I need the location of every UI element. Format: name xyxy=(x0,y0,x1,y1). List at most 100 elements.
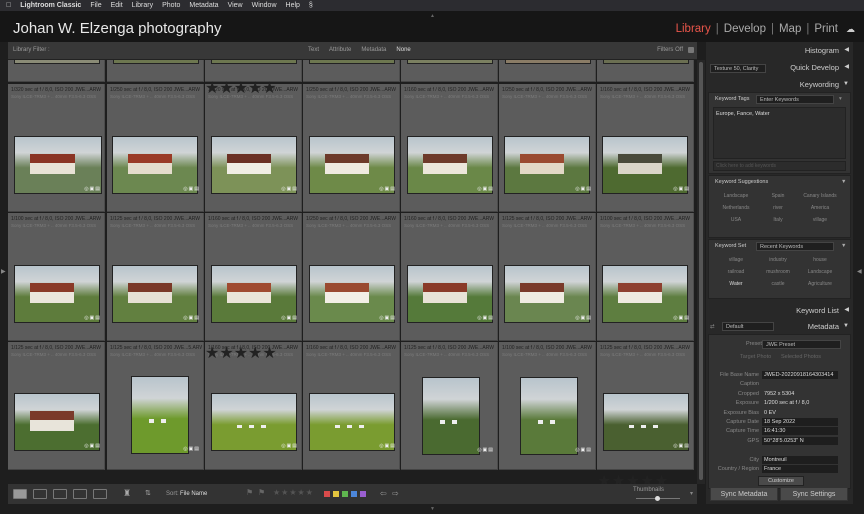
thumbnail-badge-icons[interactable]: ◎▣▤ xyxy=(183,186,200,192)
thumbnail-badge-icons[interactable]: ◎▣▤ xyxy=(84,315,101,321)
thumbnail-badge-icons[interactable]: ◎▣▤ xyxy=(575,186,592,192)
color-label-blue[interactable] xyxy=(351,491,357,497)
customize-button[interactable]: Customize xyxy=(758,476,804,486)
grid-cell[interactable]: 1/125 sec at f / 8,0, ISO 200 JWE...5.AR… xyxy=(107,342,204,470)
sort-direction-icon[interactable]: ⇅ xyxy=(145,489,151,497)
flag-pick-icon[interactable]: ⚑ xyxy=(246,488,253,497)
filters-off-toggle[interactable]: Filters Off xyxy=(657,47,683,53)
metadata-value[interactable]: 50°28'5.0253" N xyxy=(762,436,838,445)
grid-cell[interactable]: 1/160 sec at f / 8,0, ISO 200 JWE...ARW S… xyxy=(401,84,498,212)
photo-thumbnail[interactable] xyxy=(520,377,578,455)
thumbnail-badge-icons[interactable]: ◎▣▤ xyxy=(183,446,200,452)
keyword-chip[interactable]: village xyxy=(715,257,757,263)
rating-stars[interactable]: ★★★★★ xyxy=(205,343,277,363)
metadata-preset-select[interactable]: JWE Preset xyxy=(762,340,841,349)
metadata-value[interactable]: 1/200 sec at f / 8,0 xyxy=(762,399,838,407)
grid-cell[interactable] xyxy=(499,60,596,82)
keyword-chip[interactable]: railroad xyxy=(715,269,757,275)
apple-icon[interactable]:  xyxy=(6,2,11,9)
filter-lock-icon[interactable] xyxy=(688,47,694,53)
quick-develop-preset-select[interactable]: Texture 50, Clarity xyxy=(710,64,766,73)
thumbnail-badge-icons[interactable]: ◎▣▤ xyxy=(477,315,494,321)
grid-cell[interactable] xyxy=(303,60,400,82)
grid-cell[interactable]: 1/250 sec at f / 8,0, ISO 200 JWE...ARW S… xyxy=(303,213,400,341)
flag-reject-icon[interactable]: ⚑ xyxy=(258,488,265,497)
module-print[interactable]: Print xyxy=(814,23,838,35)
keyword-chip[interactable]: Agriculture xyxy=(799,281,841,287)
expand-arrow-icon[interactable]: ▼ xyxy=(841,243,846,249)
rating-stars[interactable]: ★★★★★ xyxy=(205,78,277,98)
top-panel-toggle-icon[interactable]: ▲ xyxy=(430,13,435,19)
thumbnail-badge-icons[interactable]: ◎▣▤ xyxy=(673,315,690,321)
grid-cell[interactable]: 1/160 sec at f / 8,0, ISO 200 JWE...ARW S… xyxy=(205,213,302,341)
grid-cell[interactable]: 1/320 sec at f / 8,0, ISO 200 JWE...ARW S… xyxy=(205,84,302,212)
metadata-view-arrow-icon[interactable]: ⇄ xyxy=(710,324,715,330)
scrollbar-thumb[interactable] xyxy=(699,62,703,480)
module-develop[interactable]: Develop xyxy=(724,23,766,35)
photo-thumbnail[interactable] xyxy=(131,376,189,454)
keywords-textarea[interactable]: Europe, Fance, Water xyxy=(713,107,846,159)
photo-thumbnail[interactable] xyxy=(505,60,591,64)
photo-thumbnail[interactable] xyxy=(211,60,297,64)
metadata-value[interactable]: Montreuil xyxy=(762,455,838,464)
keyword-chip[interactable]: Water xyxy=(715,281,757,287)
rotate-right-icon[interactable]: ⇨ xyxy=(392,489,399,498)
thumbnail-badge-icons[interactable]: ◎▣▤ xyxy=(379,186,396,192)
thumbnail-badge-icons[interactable]: ◎▣▤ xyxy=(379,443,396,449)
histogram-header[interactable]: Histogram ◀ xyxy=(706,44,853,57)
grid-cell[interactable]: 1/125 sec at f / 8,0, ISO 200 JWE...ARW S… xyxy=(597,342,694,470)
photo-thumbnail[interactable] xyxy=(113,60,199,64)
thumbnail-badge-icons[interactable]: ◎▣▤ xyxy=(84,443,101,449)
menu-window[interactable]: Window xyxy=(252,2,277,9)
sort-select[interactable]: File Name xyxy=(180,491,207,497)
metadata-value[interactable]: 18 Sep 2022 xyxy=(762,418,838,426)
expand-arrow-icon[interactable]: ▼ xyxy=(841,179,846,185)
thumbnail-badge-icons[interactable]: ◎▣▤ xyxy=(477,447,494,453)
thumbnail-badge-icons[interactable]: ◎▣▤ xyxy=(281,186,298,192)
sync-settings-button[interactable]: Sync Settings xyxy=(780,487,848,501)
keyword-chip[interactable]: castle xyxy=(757,281,799,287)
photo-thumbnail[interactable] xyxy=(422,377,480,455)
keyword-chip[interactable]: Landscape xyxy=(715,193,757,199)
color-label-red[interactable] xyxy=(324,491,330,497)
rating-stars[interactable]: ★★★★★ xyxy=(597,471,669,484)
keyword-chip[interactable]: America xyxy=(799,205,841,211)
thumbnail-badge-icons[interactable]: ◎▣▤ xyxy=(673,443,690,449)
painter-icon[interactable]: ♜ xyxy=(123,488,131,499)
compare-view-icon[interactable] xyxy=(53,489,67,499)
grid-cell[interactable]: 1/100 sec at f / 8,0, ISO 200 JWE...ARW S… xyxy=(597,213,694,341)
keyword-set-select[interactable]: Recent Keywords xyxy=(756,242,834,251)
metadata-view-select[interactable]: Default xyxy=(722,322,774,331)
sync-metadata-button[interactable]: Sync Metadata xyxy=(710,487,778,501)
photo-thumbnail[interactable] xyxy=(14,60,100,64)
menu-file[interactable]: File xyxy=(90,2,101,9)
filter-none[interactable]: None xyxy=(396,47,410,53)
keyword-chip[interactable]: house xyxy=(799,257,841,263)
rotate-left-icon[interactable]: ⇦ xyxy=(380,489,387,498)
menu-metadata[interactable]: Metadata xyxy=(189,2,218,9)
module-map[interactable]: Map xyxy=(779,23,801,35)
photo-thumbnail[interactable] xyxy=(407,60,493,64)
grid-cell[interactable] xyxy=(597,60,694,82)
grid-cell[interactable]: 1/100 sec at f / 8,0, ISO 200 JWE...ARW S… xyxy=(499,342,596,470)
grid-cell[interactable]: 1/320 sec at f / 8,0, ISO 200 JWE...ARW S… xyxy=(8,84,105,212)
thumbnail-badge-icons[interactable]: ◎▣▤ xyxy=(673,186,690,192)
menu-edit[interactable]: Edit xyxy=(111,2,123,9)
thumbnail-badge-icons[interactable]: ◎▣▤ xyxy=(281,443,298,449)
filter-attribute[interactable]: Attribute xyxy=(329,47,351,53)
thumbnail-badge-icons[interactable]: ◎▣▤ xyxy=(281,315,298,321)
script-icon[interactable]: § xyxy=(309,2,313,9)
module-library[interactable]: Library xyxy=(676,23,711,35)
keyword-chip[interactable]: Netherlands xyxy=(715,205,757,211)
keyword-chip[interactable]: Canary Islands xyxy=(799,193,841,199)
target-photo-button[interactable]: Target Photo xyxy=(740,354,771,360)
photo-thumbnail[interactable] xyxy=(603,60,689,64)
keyword-chip[interactable]: Italy xyxy=(757,217,799,223)
keyword-chip[interactable]: USA xyxy=(715,217,757,223)
filter-metadata[interactable]: Metadata xyxy=(361,47,386,53)
menu-app-name[interactable]: Lightroom Classic xyxy=(20,2,81,9)
thumbnail-badge-icons[interactable]: ◎▣▤ xyxy=(379,315,396,321)
grid-cell[interactable]: 1/100 sec at f / 8,0, ISO 200 JWE...ARW S… xyxy=(8,213,105,341)
grid-cell[interactable] xyxy=(8,60,105,82)
grid-cell[interactable]: 1/160 sec at f / 8,0, ISO 200 JWE...ARW S… xyxy=(303,342,400,470)
